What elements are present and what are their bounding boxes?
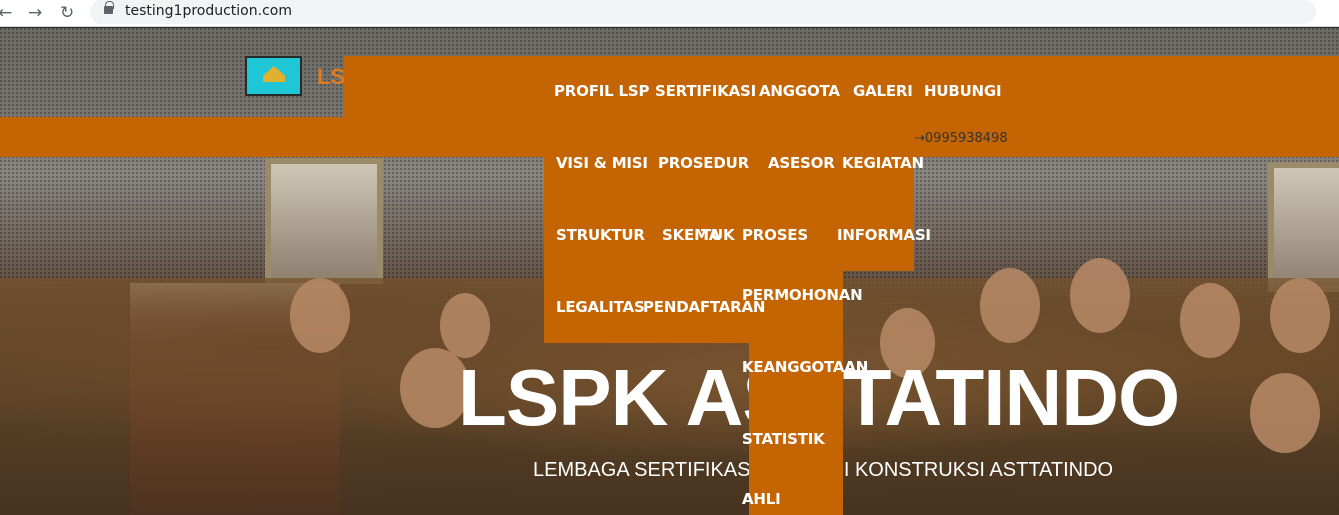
menu-visi-misi[interactable]: VISI & MISI: [556, 154, 648, 172]
menu-informasi[interactable]: INFORMASI: [837, 226, 931, 244]
site-logo[interactable]: [245, 56, 302, 96]
menu-statistik-overlay[interactable]: STATISTIK: [742, 430, 825, 448]
phone-text: 0995938498: [924, 131, 1008, 146]
menu-legalitas[interactable]: LEGALITAS: [556, 298, 645, 316]
nav-galeri[interactable]: GALERI: [853, 82, 913, 100]
lock-icon: [104, 1, 114, 14]
dropdown-panel: [544, 117, 914, 271]
menu-kegiatan[interactable]: KEGIATAN: [842, 154, 924, 172]
nav-hubungi[interactable]: HUBUNGI: [924, 82, 1002, 100]
back-icon[interactable]: ←: [0, 3, 12, 23]
browser-toolbar: ← → ↻ testing1production.com: [0, 0, 1339, 27]
forward-icon[interactable]: →: [28, 3, 42, 23]
logo-text[interactable]: LS: [317, 64, 345, 90]
reload-icon[interactable]: ↻: [60, 3, 74, 23]
wall-portrait-right: [1268, 162, 1339, 292]
phone-number[interactable]: ⇢0995938498: [914, 131, 1008, 146]
nav-sertifikasi[interactable]: SERTIFIKASI: [655, 82, 756, 100]
main-menu-bar: [344, 56, 1339, 118]
menu-struktur[interactable]: STRUKTUR: [556, 226, 645, 244]
wall-portrait-left: [265, 158, 383, 284]
menu-asesor[interactable]: ASESOR: [768, 154, 835, 172]
nav-anggota[interactable]: ANGGOTA: [759, 82, 840, 100]
menu-ahli-overlay[interactable]: AHLI: [742, 490, 781, 508]
nav-profil-lsp[interactable]: PROFIL LSP: [554, 82, 649, 100]
menu-keanggotaan-overlay[interactable]: KEANGGOTAAN: [742, 358, 868, 376]
menu-proses[interactable]: PROSES: [742, 226, 808, 244]
menu-prosedur[interactable]: PROSEDUR: [658, 154, 749, 172]
menu-permohonan[interactable]: PERMOHONAN: [742, 286, 863, 304]
url-text[interactable]: testing1production.com: [125, 3, 292, 19]
menu-tuk[interactable]: TUK: [701, 226, 735, 244]
address-bar[interactable]: testing1production.com: [90, 0, 1316, 24]
